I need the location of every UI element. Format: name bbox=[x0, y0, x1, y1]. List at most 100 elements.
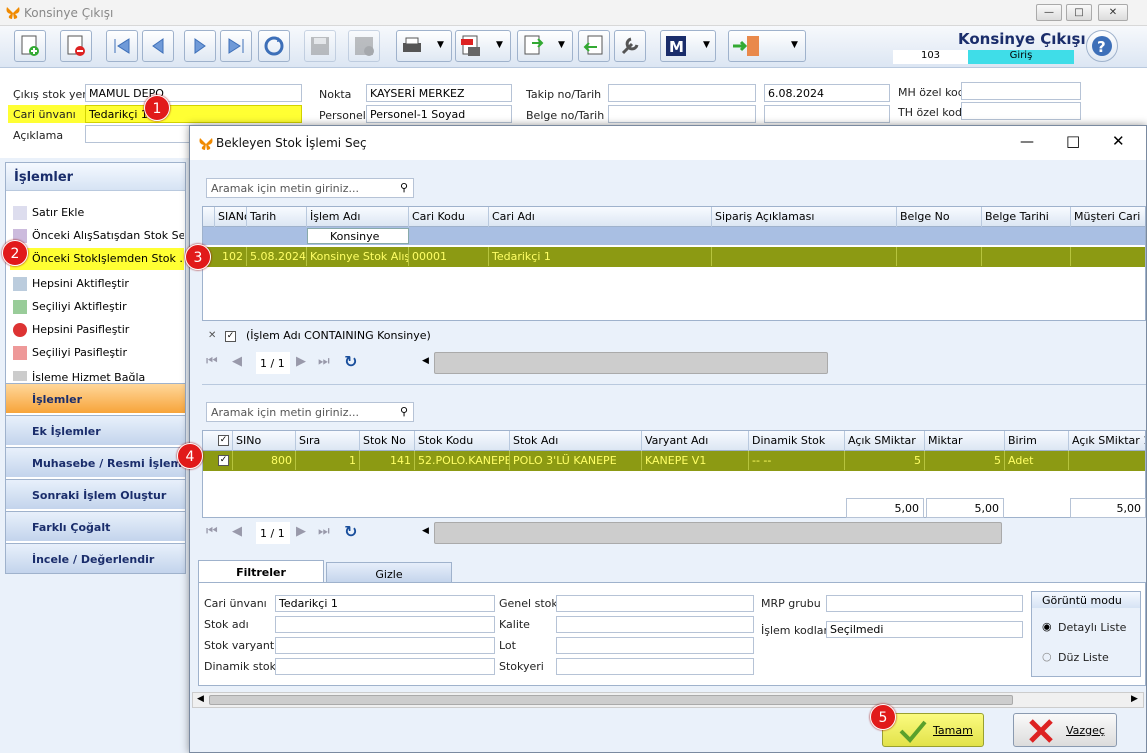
col-header[interactable]: Sıra bbox=[296, 431, 360, 451]
takip-date-field[interactable]: 6.08.2024 bbox=[764, 84, 890, 102]
close-button[interactable]: ✕ bbox=[1098, 4, 1128, 21]
clear-filter-icon[interactable]: ✕ bbox=[208, 330, 216, 341]
cancel-button[interactable]: Vazgeç bbox=[1013, 713, 1117, 747]
panel-item-onceki-alis[interactable]: Önceki AlışSatışdan Stok Seç bbox=[10, 225, 184, 247]
import-button[interactable] bbox=[578, 30, 610, 62]
islem-adi-filter-input[interactable]: Konsinye bbox=[307, 228, 409, 244]
table-row[interactable]: ✓ 800 1 141 52.POLO.KANEPE POLO 3'LÜ KAN… bbox=[203, 451, 1145, 471]
col-header[interactable]: Cari Adı bbox=[489, 207, 712, 227]
last-record-button[interactable] bbox=[220, 30, 252, 62]
next-record-button[interactable] bbox=[184, 30, 216, 62]
pager-last-icon[interactable]: ⏭ bbox=[318, 524, 330, 539]
filter-kalite-field[interactable] bbox=[556, 616, 754, 633]
belge-no-field[interactable] bbox=[608, 105, 756, 123]
m-menu-button[interactable]: M ▼ bbox=[660, 30, 716, 62]
col-header[interactable]: Açık SMiktar bbox=[845, 431, 925, 451]
panel-item-secili-aktif[interactable]: Seçiliyi Aktifleştir bbox=[10, 296, 184, 318]
nav-muhasebe[interactable]: Muhasebe / Resmi İşlemler bbox=[6, 447, 199, 477]
pager-prev-icon[interactable]: ◀ bbox=[232, 354, 242, 369]
refresh-button[interactable] bbox=[258, 30, 290, 62]
col-header[interactable]: Belge No bbox=[897, 207, 982, 227]
exit-button[interactable]: ▼ bbox=[728, 30, 806, 62]
col-header[interactable]: Stok Kodu bbox=[415, 431, 510, 451]
personel-field[interactable]: Personel-1 Soyad bbox=[366, 105, 512, 123]
col-header[interactable]: Müşteri Cari bbox=[1071, 207, 1145, 227]
delete-record-button[interactable] bbox=[60, 30, 92, 62]
nav-islemler[interactable]: İşlemler bbox=[6, 383, 185, 413]
col-header[interactable]: SIANo bbox=[215, 207, 247, 227]
col-header[interactable]: Stok Adı bbox=[510, 431, 642, 451]
filter-enable-checkbox[interactable]: ✓ bbox=[225, 331, 236, 342]
tab-filtreler[interactable]: Filtreler bbox=[198, 560, 324, 582]
dialog-minimize-button[interactable]: — bbox=[1020, 134, 1034, 150]
nav-farkli-cogalt[interactable]: Farklı Çoğalt bbox=[6, 511, 185, 541]
filter-cari-field[interactable]: Tedarikçi 1 bbox=[275, 595, 495, 612]
top-search-input[interactable]: Aramak için metin giriniz... bbox=[206, 178, 414, 198]
col-header[interactable]: Açık SMiktar 1 bbox=[1069, 431, 1145, 451]
col-header[interactable]: Tarih bbox=[247, 207, 307, 227]
splitter[interactable] bbox=[202, 384, 1146, 385]
col-header[interactable]: SINo bbox=[233, 431, 296, 451]
minimize-button[interactable]: — bbox=[1036, 4, 1062, 21]
col-header[interactable]: Dinamik Stok bbox=[749, 431, 845, 451]
pager-first-icon[interactable]: ⏮ bbox=[206, 354, 218, 369]
panel-item-secili-pasif[interactable]: Seçiliyi Pasifleştir bbox=[10, 342, 184, 364]
scroll-right-icon[interactable]: ▶ bbox=[1131, 694, 1138, 704]
panel-item-hepsini-aktif[interactable]: Hepsini Aktifleştir bbox=[10, 273, 184, 295]
col-header[interactable]: Birim bbox=[1005, 431, 1069, 451]
select-all-cell[interactable]: ✓ bbox=[203, 431, 233, 451]
col-header[interactable]: Sipariş Açıklaması bbox=[712, 207, 897, 227]
belge-date-field[interactable] bbox=[764, 105, 890, 123]
first-record-button[interactable] bbox=[106, 30, 138, 62]
scroll-left-icon[interactable]: ◀ bbox=[422, 356, 429, 366]
radio-detayli[interactable]: ◉ bbox=[1042, 620, 1052, 633]
pager-prev-icon[interactable]: ◀ bbox=[232, 524, 242, 539]
panel-item-satir-ekle[interactable]: Satır Ekle bbox=[10, 202, 184, 224]
row-select-cell[interactable]: ✓ bbox=[203, 451, 233, 470]
row-checkbox[interactable]: ✓ bbox=[218, 455, 229, 466]
pdf-export-button[interactable]: ▼ bbox=[455, 30, 511, 62]
pager-refresh-icon[interactable]: ↻ bbox=[344, 522, 357, 541]
filter-islem-kodlari-select[interactable]: Seçilmedi bbox=[826, 621, 1023, 638]
col-header[interactable]: Miktar bbox=[925, 431, 1005, 451]
nokta-field[interactable]: KAYSERİ MERKEZ bbox=[366, 84, 512, 102]
export-button[interactable]: ▼ bbox=[517, 30, 573, 62]
col-header[interactable]: İşlem Adı bbox=[307, 207, 409, 227]
panel-item-onceki-stok[interactable]: Önceki StokIşlemden Stok ... bbox=[10, 248, 184, 270]
prev-record-button[interactable] bbox=[142, 30, 174, 62]
col-header[interactable]: Belge Tarihi bbox=[982, 207, 1071, 227]
help-button[interactable]: ? bbox=[1086, 30, 1118, 62]
print-button[interactable]: ▼ bbox=[396, 30, 452, 62]
nav-incele[interactable]: İncele / Değerlendir bbox=[6, 543, 185, 573]
nav-ek-islemler[interactable]: Ek İşlemler bbox=[6, 415, 185, 445]
pager-next-icon[interactable]: ▶ bbox=[296, 524, 306, 539]
filter-stokyeri-field[interactable] bbox=[556, 658, 754, 675]
scroll-left-icon[interactable]: ◀ bbox=[197, 694, 204, 704]
dialog-close-button[interactable]: ✕ bbox=[1112, 132, 1125, 150]
col-header[interactable]: Cari Kodu bbox=[409, 207, 489, 227]
cari-unvani-field[interactable]: Tedarikçi 1 bbox=[85, 105, 302, 123]
filter-lot-field[interactable] bbox=[556, 637, 754, 654]
dialog-maximize-button[interactable]: □ bbox=[1066, 132, 1080, 150]
dialog-hscrollbar[interactable]: ◀ ▶ bbox=[192, 692, 1144, 708]
maximize-button[interactable]: □ bbox=[1066, 4, 1092, 21]
panel-item-hepsini-pasif[interactable]: Hepsini Pasifleştir bbox=[10, 319, 184, 341]
save-button[interactable] bbox=[304, 30, 336, 62]
filter-stok-adi-field[interactable] bbox=[275, 616, 495, 633]
pager-last-icon[interactable]: ⏭ bbox=[318, 354, 330, 369]
pager-refresh-icon[interactable]: ↻ bbox=[344, 352, 357, 371]
cikis-stok-yeri-field[interactable]: MAMUL DEPO bbox=[85, 84, 302, 102]
nav-sonraki[interactable]: Sonraki İşlem Oluştur bbox=[6, 479, 185, 509]
col-header[interactable]: Stok No bbox=[360, 431, 415, 451]
col-header[interactable]: Varyant Adı bbox=[642, 431, 749, 451]
cancel-save-button[interactable] bbox=[348, 30, 380, 62]
select-all-checkbox[interactable]: ✓ bbox=[218, 435, 229, 446]
pager-next-icon[interactable]: ▶ bbox=[296, 354, 306, 369]
new-record-button[interactable] bbox=[14, 30, 46, 62]
panel-item-hizmet-bagla[interactable]: İşleme Hizmet Bağla bbox=[10, 367, 184, 381]
th-field[interactable] bbox=[961, 102, 1081, 120]
mh-field[interactable] bbox=[961, 82, 1081, 100]
takip-no-field[interactable] bbox=[608, 84, 756, 102]
tab-gizle[interactable]: Gizle bbox=[326, 562, 452, 582]
filter-genel-field[interactable] bbox=[556, 595, 754, 612]
